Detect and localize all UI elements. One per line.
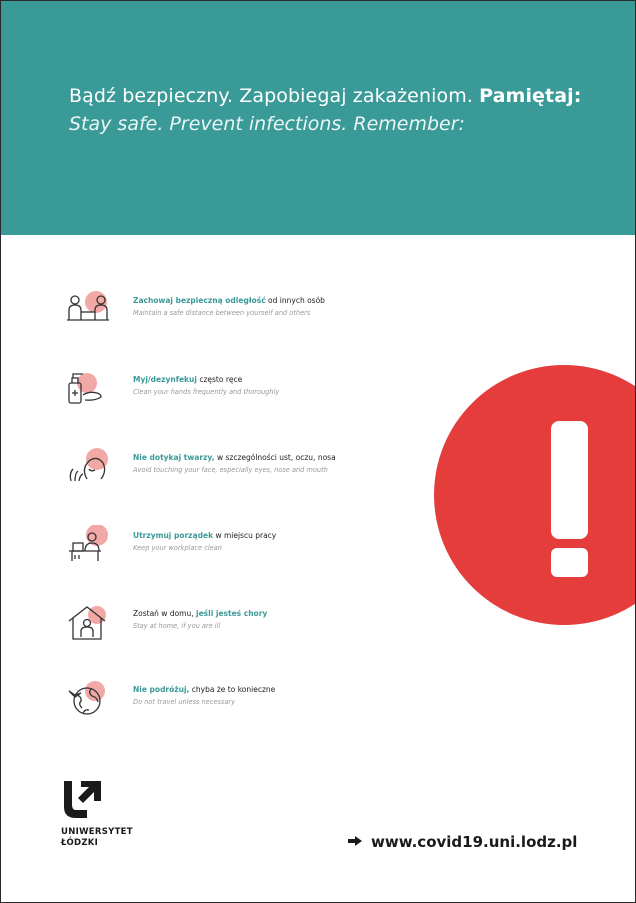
instruction-english: Avoid touching your face, especially eye…	[133, 466, 328, 474]
no-travel-icon	[61, 679, 117, 719]
instruction-english: Clean your hands frequently and thorough…	[133, 388, 280, 396]
list-item: Myj/dezynfekuj często ręce Clean your ha…	[61, 369, 391, 409]
instruction-english: Do not travel unless necessary	[133, 698, 235, 706]
stay-home-icon	[61, 603, 117, 643]
instruction-polish: Zachowaj bezpieczną odległość od innych …	[133, 296, 325, 305]
title-polish-bold: Pamiętaj:	[479, 85, 582, 107]
no-face-touch-icon	[61, 447, 117, 487]
website-url[interactable]: www.covid19.uni.lodz.pl	[347, 833, 577, 851]
university-logo-icon	[61, 779, 111, 821]
instruction-polish: Zostań w domu, jeśli jesteś chory	[133, 609, 268, 618]
university-name: UNIWERSYTET ŁÓDZKI	[61, 827, 133, 848]
instruction-english: Keep your workplace clean	[133, 544, 222, 552]
instruction-polish: Utrzymuj porządek w miejscu pracy	[133, 531, 277, 540]
header-banner: Bądź bezpieczny. Zapobiegaj zakażeniom. …	[1, 1, 635, 235]
instruction-polish: Nie podróżuj, chyba że to konieczne	[133, 685, 276, 694]
alert-circle	[434, 365, 635, 625]
instruction-polish: Nie dotykaj twarzy, w szczególności ust,…	[133, 453, 336, 462]
list-item: Zachowaj bezpieczną odległość od innych …	[61, 290, 391, 330]
title-polish: Bądź bezpieczny. Zapobiegaj zakażeniom. …	[69, 85, 582, 107]
hand-sanitizer-icon	[61, 369, 117, 409]
clean-workplace-icon	[61, 524, 117, 565]
list-item: Utrzymuj porządek w miejscu pracy Keep y…	[61, 524, 391, 565]
instruction-english: Maintain a safe distance between yoursel…	[133, 309, 311, 317]
title-english: Stay safe. Prevent infections. Remember:	[69, 113, 465, 135]
list-item: Nie dotykaj twarzy, w szczególności ust,…	[61, 447, 391, 487]
instruction-polish: Myj/dezynfekuj często ręce	[133, 375, 243, 384]
list-item: Nie podróżuj, chyba że to konieczne Do n…	[61, 679, 391, 719]
poster: Bądź bezpieczny. Zapobiegaj zakażeniom. …	[0, 0, 636, 903]
instruction-english: Stay at home, if you are ill	[133, 622, 221, 630]
arrow-right-icon	[347, 833, 363, 851]
exclamation-icon	[551, 421, 588, 577]
distance-icon	[61, 290, 117, 330]
list-item: Zostań w domu, jeśli jesteś chory Stay a…	[61, 603, 391, 643]
